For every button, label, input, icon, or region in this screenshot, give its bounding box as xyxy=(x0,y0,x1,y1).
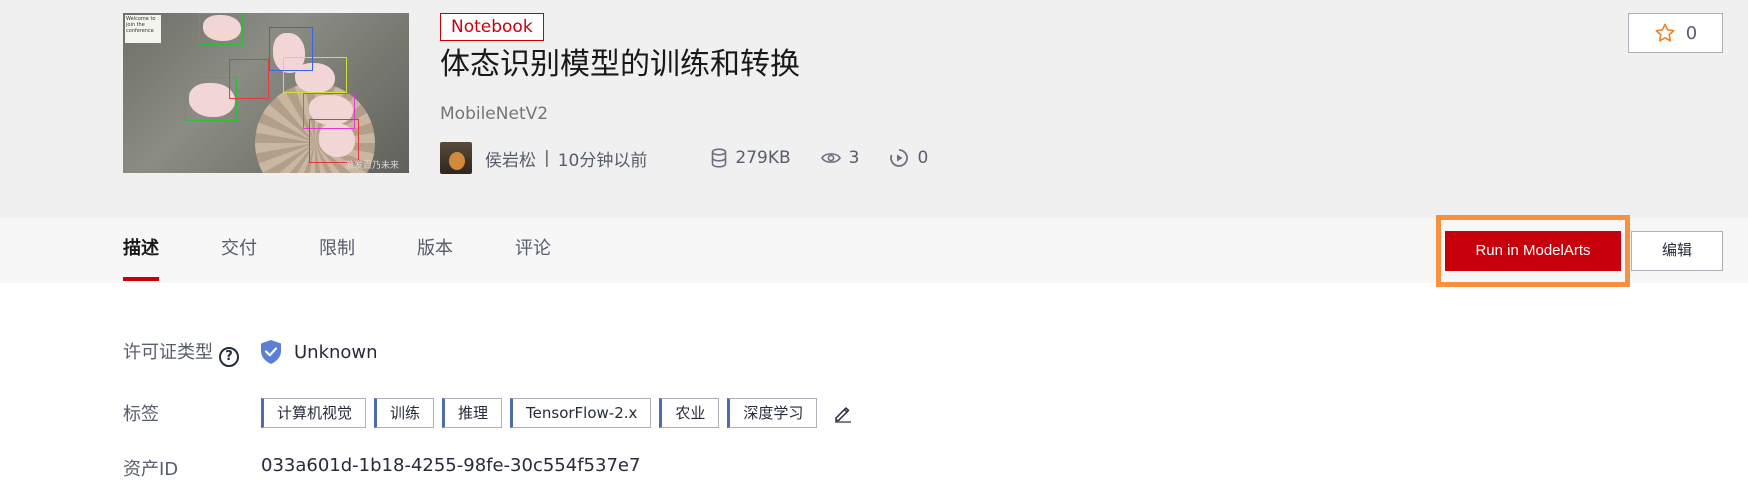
tag-chip[interactable]: TensorFlow-2.x xyxy=(510,398,652,428)
thumbnail-watermark: 激发百乃未来 xyxy=(344,161,399,171)
tag-list: 计算机视觉 训练 推理 TensorFlow-2.x 农业 深度学习 xyxy=(261,398,853,428)
pencil-icon[interactable] xyxy=(833,403,853,423)
detection-box xyxy=(309,119,359,163)
type-badge: Notebook xyxy=(440,13,544,41)
tag-chip[interactable]: 深度学习 xyxy=(727,398,818,428)
asset-header: Welcome to join the conference 激发百乃未来 No… xyxy=(0,0,1748,218)
asset-id-label: 资产ID xyxy=(123,459,179,480)
license-row-label: 许可证类型? xyxy=(123,338,239,367)
views-value: 3 xyxy=(848,148,860,168)
views-stat: 3 xyxy=(820,148,860,168)
edit-button[interactable]: 编辑 xyxy=(1631,231,1723,271)
eye-icon xyxy=(820,153,841,163)
size-stat: 279KB xyxy=(711,148,791,168)
tags-label: 标签 xyxy=(123,404,159,425)
tab-comments[interactable]: 评论 xyxy=(515,218,551,283)
runs-value: 0 xyxy=(917,148,929,168)
question-circle-icon[interactable]: ? xyxy=(219,347,239,367)
asset-thumbnail: Welcome to join the conference 激发百乃未来 xyxy=(123,13,409,173)
runs-stat: 0 xyxy=(889,148,928,168)
detection-box xyxy=(229,59,269,99)
asset-subtitle: MobileNetV2 xyxy=(440,104,549,124)
author-name[interactable]: 侯岩松 xyxy=(485,146,536,171)
star-button[interactable]: 0 xyxy=(1628,13,1723,53)
star-count: 0 xyxy=(1685,22,1698,44)
tag-chip[interactable]: 推理 xyxy=(442,398,503,428)
tab-description[interactable]: 描述 xyxy=(123,218,159,283)
play-circle-icon xyxy=(890,149,909,167)
database-icon xyxy=(712,148,727,168)
asset-meta: 侯岩松 | 10分钟以前 279KB 3 0 xyxy=(440,142,928,174)
detection-box xyxy=(199,13,243,45)
tab-versions[interactable]: 版本 xyxy=(417,218,453,283)
thumbnail-note: Welcome to join the conference xyxy=(125,15,161,43)
avatar[interactable] xyxy=(440,142,472,174)
tab-restrictions[interactable]: 限制 xyxy=(319,218,355,283)
asset-title: 体态识别模型的训练和转换 xyxy=(440,47,800,82)
size-value: 279KB xyxy=(735,148,791,168)
shield-check-icon xyxy=(261,340,281,364)
meta-separator: | xyxy=(544,148,550,168)
detection-box xyxy=(269,27,313,71)
updated-time: 10分钟以前 xyxy=(557,150,648,171)
tag-chip[interactable]: 计算机视觉 xyxy=(261,398,367,428)
tab-delivery[interactable]: 交付 xyxy=(221,218,257,283)
tag-chip[interactable]: 训练 xyxy=(374,398,435,428)
license-value: Unknown xyxy=(294,341,378,363)
asset-id-value: 033a601d-1b18-4255-98fe-30c554f537e7 xyxy=(261,455,641,476)
license-label: 许可证类型 xyxy=(123,342,213,363)
run-in-modelarts-button[interactable]: Run in ModelArts xyxy=(1445,231,1621,271)
license-value-block: Unknown xyxy=(260,339,378,365)
star-icon xyxy=(1655,23,1675,42)
tab-list: 描述 交付 限制 版本 评论 xyxy=(123,218,613,283)
tag-chip[interactable]: 农业 xyxy=(659,398,720,428)
